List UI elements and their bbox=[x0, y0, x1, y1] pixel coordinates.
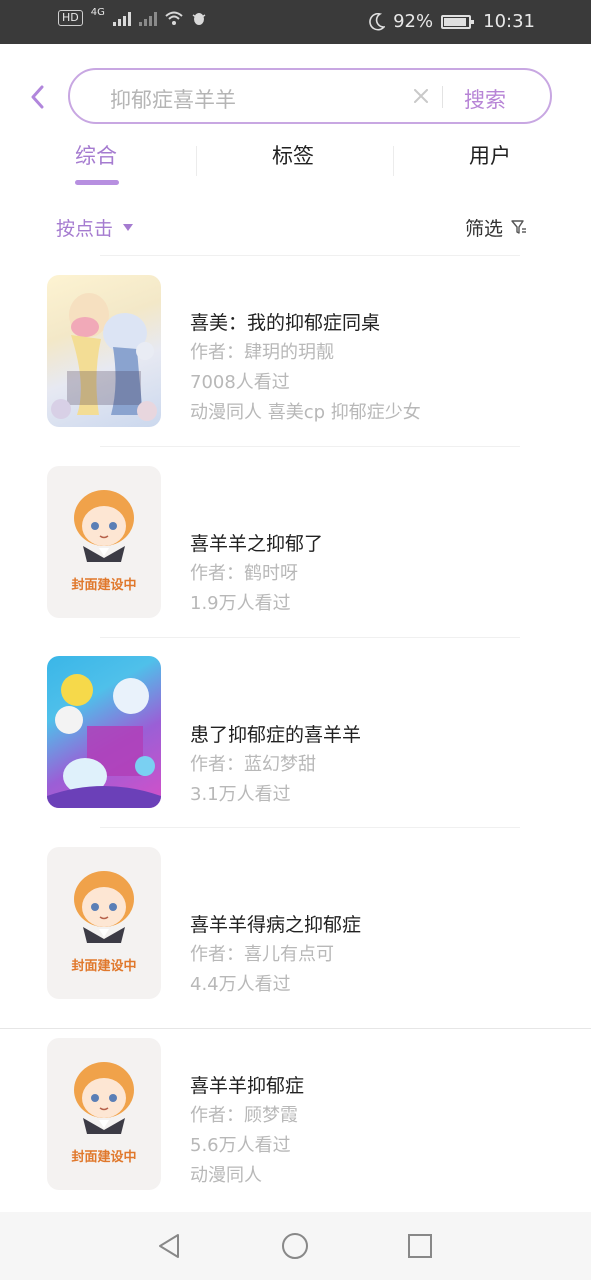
result-title: 喜羊羊抑郁症 bbox=[190, 1075, 305, 1097]
circle-home-icon bbox=[282, 1233, 308, 1259]
search-button[interactable]: 搜索 bbox=[464, 84, 506, 114]
result-views: 1.9万人看过 bbox=[190, 593, 291, 614]
tab-separator bbox=[393, 146, 394, 176]
nav-back-button[interactable] bbox=[153, 1230, 185, 1262]
moon-icon bbox=[369, 12, 386, 31]
result-author: 作者：喜儿有点可 bbox=[190, 944, 334, 965]
network-type: 4G bbox=[90, 6, 105, 18]
triangle-back-icon bbox=[159, 1234, 179, 1258]
result-views: 5.6万人看过 bbox=[190, 1135, 291, 1156]
active-tab-indicator bbox=[75, 180, 119, 185]
result-info: 喜美：我的抑郁症同桌 作者：肆玥的玥靓 7008人看过 动漫同人 喜美cp 抑郁… bbox=[190, 308, 421, 428]
result-info: 患了抑郁症的喜羊羊 作者：蓝幻梦甜 3.1万人看过 bbox=[190, 720, 361, 810]
battery-icon bbox=[441, 14, 475, 29]
cover-image bbox=[47, 275, 161, 427]
divider bbox=[100, 637, 520, 638]
divider bbox=[100, 255, 520, 256]
result-tags: 动漫同人 喜美cp 抑郁症少女 bbox=[190, 402, 421, 423]
mascot-icon bbox=[74, 490, 134, 562]
result-title: 患了抑郁症的喜羊羊 bbox=[190, 724, 362, 746]
status-bar: HD 4G 92% 10:31 bbox=[0, 0, 591, 44]
back-button[interactable] bbox=[22, 80, 52, 114]
clear-button[interactable] bbox=[410, 83, 432, 109]
filter-icon bbox=[511, 219, 526, 234]
result-tags: 动漫同人 bbox=[190, 1165, 262, 1186]
result-title: 喜美：我的抑郁症同桌 bbox=[190, 312, 381, 334]
result-views: 3.1万人看过 bbox=[190, 784, 291, 805]
cover-image bbox=[47, 656, 161, 808]
result-item[interactable]: 患了抑郁症的喜羊羊 作者：蓝幻梦甜 3.1万人看过 bbox=[0, 646, 591, 836]
close-icon bbox=[414, 89, 428, 103]
mascot-icon bbox=[74, 871, 134, 943]
sort-label: 按点击 bbox=[56, 218, 114, 240]
result-title: 喜羊羊得病之抑郁症 bbox=[190, 914, 362, 936]
status-right: 92% 10:31 bbox=[369, 11, 535, 32]
tab-comprehensive[interactable]: 综合 bbox=[75, 140, 117, 170]
result-views: 7008人看过 bbox=[190, 372, 290, 393]
search-bar: 抑郁症喜羊羊 搜索 bbox=[68, 68, 552, 124]
placeholder-cover: 封面建设中 bbox=[47, 466, 161, 618]
result-item[interactable]: 封面建设中 喜羊羊抑郁症 作者：顾梦霞 5.6万人看过 动漫同人 bbox=[0, 1028, 591, 1218]
result-item[interactable]: 喜美：我的抑郁症同桌 作者：肆玥的玥靓 7008人看过 动漫同人 喜美cp 抑郁… bbox=[0, 264, 591, 454]
sort-dropdown[interactable]: 按点击 bbox=[56, 214, 134, 241]
placeholder-label: 封面建设中 bbox=[71, 959, 137, 974]
caret-down-icon bbox=[123, 224, 134, 231]
filter-label: 筛选 bbox=[464, 218, 503, 240]
battery-percent: 92% bbox=[393, 11, 434, 32]
result-info: 喜羊羊得病之抑郁症 作者：喜儿有点可 4.4万人看过 bbox=[190, 910, 361, 1000]
tab-separator bbox=[196, 146, 197, 176]
bug-icon bbox=[192, 13, 206, 25]
result-author: 作者：蓝幻梦甜 bbox=[190, 754, 316, 775]
hd-icon: HD bbox=[58, 10, 83, 26]
result-views: 4.4万人看过 bbox=[190, 974, 291, 995]
result-info: 喜羊羊抑郁症 作者：顾梦霞 5.6万人看过 动漫同人 bbox=[190, 1071, 304, 1191]
placeholder-cover: 封面建设中 bbox=[47, 1038, 161, 1190]
result-author: 作者：肆玥的玥靓 bbox=[190, 342, 334, 363]
placeholder-label: 封面建设中 bbox=[71, 1150, 137, 1165]
cover-illustration bbox=[47, 674, 161, 808]
tab-users[interactable]: 用户 bbox=[469, 140, 511, 170]
divider bbox=[100, 446, 520, 447]
filter-button[interactable]: 筛选 bbox=[465, 214, 527, 241]
result-title: 喜羊羊之抑郁了 bbox=[190, 533, 324, 555]
nav-recents-button[interactable] bbox=[404, 1230, 436, 1262]
signal-icon bbox=[112, 10, 131, 26]
result-item[interactable]: 封面建设中 喜羊羊得病之抑郁症 作者：喜儿有点可 4.4万人看过 bbox=[0, 836, 591, 1026]
status-left: HD 4G bbox=[58, 6, 207, 26]
result-info: 喜羊羊之抑郁了 作者：鹤时呀 1.9万人看过 bbox=[190, 529, 323, 619]
placeholder-label: 封面建设中 bbox=[71, 578, 137, 593]
result-author: 作者：鹤时呀 bbox=[190, 563, 298, 584]
search-input[interactable]: 抑郁症喜羊羊 bbox=[110, 84, 236, 114]
nav-home-button[interactable] bbox=[279, 1230, 311, 1262]
divider bbox=[100, 827, 520, 828]
cover-illustration bbox=[51, 293, 157, 421]
mascot-icon bbox=[74, 1062, 134, 1134]
square-recents-icon bbox=[408, 1234, 432, 1258]
result-item[interactable]: 封面建设中 喜羊羊之抑郁了 作者：鹤时呀 1.9万人看过 bbox=[0, 455, 591, 645]
search-divider bbox=[442, 86, 443, 108]
result-author: 作者：顾梦霞 bbox=[190, 1105, 298, 1126]
tab-tags[interactable]: 标签 bbox=[272, 140, 314, 170]
wifi-icon bbox=[165, 11, 183, 25]
chevron-left-icon bbox=[31, 85, 44, 109]
placeholder-cover: 封面建设中 bbox=[47, 847, 161, 999]
battery-fill bbox=[444, 17, 467, 26]
system-nav-bar bbox=[0, 1212, 591, 1280]
signal-icon-secondary bbox=[138, 10, 157, 26]
clock: 10:31 bbox=[483, 11, 535, 32]
